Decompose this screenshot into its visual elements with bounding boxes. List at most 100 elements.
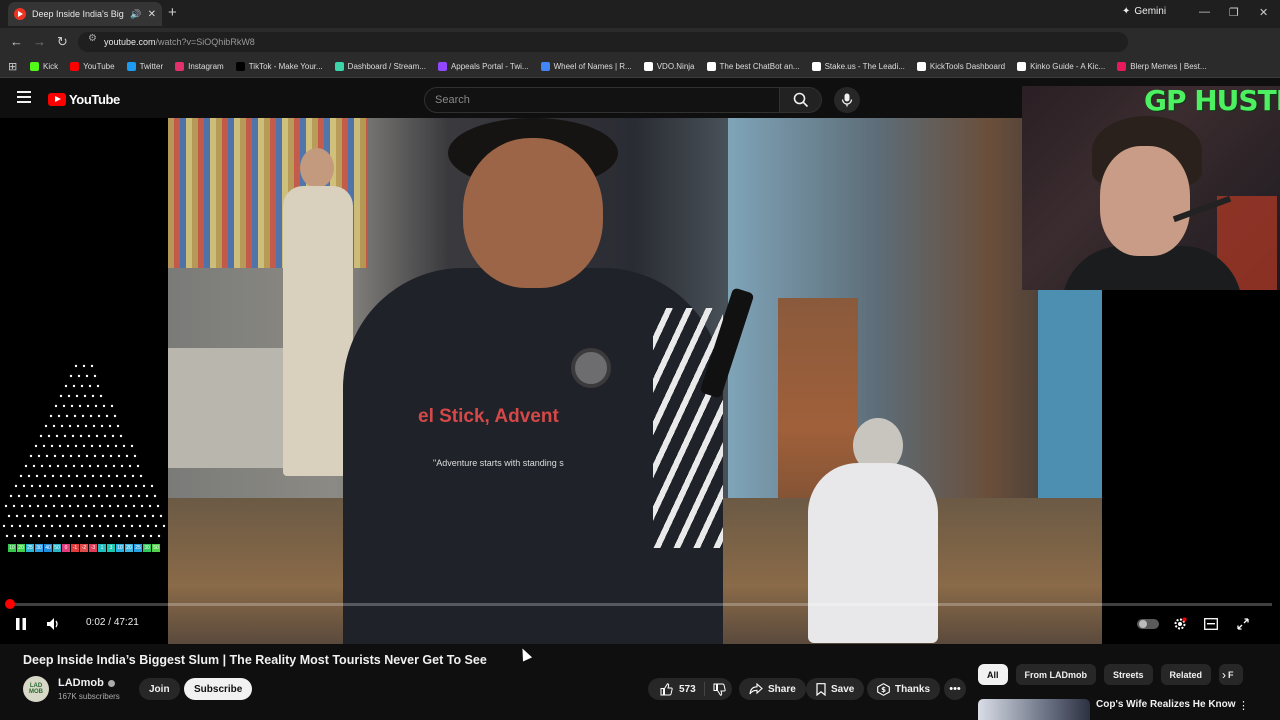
subscribe-button[interactable]: Subscribe [184,678,253,700]
bookmark-item[interactable]: Appeals Portal - Twi... [437,62,529,71]
dislike-button[interactable] [705,683,726,696]
chevron-right-icon[interactable]: › [1222,668,1226,682]
channel-name-link[interactable]: LADmob [58,677,115,689]
restore-icon[interactable]: ❐ [1229,6,1239,19]
audio-level-cell: 3 [107,544,115,552]
bookmark-item[interactable]: Kick [30,62,58,71]
progress-scrubber[interactable] [5,599,15,609]
settings-button[interactable] [1172,616,1188,632]
more-horizontal-icon: ••• [949,683,961,695]
bookmark-item[interactable]: TikTok - Make Your... [235,62,323,71]
hamburger-menu-icon[interactable] [17,91,31,103]
address-toolbar: ← → ↻ youtube.com/watch?v=SiOQhibRkW8 ⧉ … [0,28,1280,76]
svg-text:$: $ [881,686,886,694]
gemini-button[interactable]: ✦ Gemini [1122,6,1166,17]
youtube-logo[interactable]: YouTube [48,92,120,107]
bookmark-icon [816,682,826,696]
bookmark-item[interactable]: Instagram [175,62,224,71]
channel-avatar[interactable]: LAD MOB [23,676,49,702]
thanks-button[interactable]: $ Thanks [867,678,941,700]
bookmark-item[interactable]: Stake.us - The Leadi... [811,62,905,71]
youtube-play-logo-icon [48,93,66,106]
bookmark-item[interactable]: YouTube [70,62,115,71]
bookmark-label: YouTube [83,62,115,71]
bookmark-favicon-icon [235,62,245,71]
bookmark-item[interactable]: Blerp Memes | Best... [1117,62,1207,71]
volume-icon [47,618,58,630]
filter-chip[interactable]: Related [1160,664,1212,685]
audio-level-cell: -3 [89,544,97,552]
fullscreen-button[interactable] [1235,616,1251,632]
bookmark-label: Instagram [188,62,224,71]
elderly-man-figure [808,418,938,644]
back-arrow-icon[interactable]: ← [10,34,23,49]
bookmark-item[interactable]: VDO.Ninja [643,62,695,71]
subscriber-count: 167K subscribers [58,692,120,701]
new-tab-icon[interactable]: + [168,4,177,21]
recommendation-more-icon[interactable]: ⋮ [1238,699,1249,712]
volume-button[interactable] [46,616,62,632]
site-info-icon[interactable]: ⚙ [88,33,97,44]
shirt-print-text: el Stick, Advent [418,406,559,427]
thumbs-down-icon [713,683,726,696]
search-input[interactable]: Search [424,87,780,113]
share-button[interactable]: Share [739,678,806,700]
bookmark-item[interactable]: Kinko Guide - A Kic... [1017,62,1105,71]
close-tab-icon[interactable]: ✕ [148,9,156,20]
bookmark-label: KickTools Dashboard [929,62,1006,71]
autoplay-toggle[interactable] [1137,619,1159,629]
bookmark-item[interactable]: Dashboard / Stream... [334,62,426,71]
more-actions-button[interactable]: ••• [944,678,966,700]
video-frame[interactable]: el Stick, Advent "Adventure starts with … [168,118,1102,644]
pause-button[interactable] [14,616,28,632]
audio-level-cell: 30 [143,544,151,552]
audio-level-cell: 40 [44,544,52,552]
speaker-icon[interactable]: 🔊 [130,9,141,20]
audio-level-cell: 25 [134,544,142,552]
browser-tab[interactable]: Deep Inside India's Biggest 🔊 ✕ [8,2,162,26]
forward-arrow-icon[interactable]: → [33,34,46,49]
bookmark-item[interactable]: Twitter [126,62,163,71]
url-bar[interactable]: youtube.com/watch?v=SiOQhibRkW8 [78,32,1128,52]
url-path: /watch?v=SiOQhibRkW8 [155,37,255,47]
bookmarks-bar: ⊞ Kick YouTube Twitter Instagram TikTok - Mak… [0,56,1280,78]
gemini-label: Gemini [1134,6,1167,17]
recommendation-thumbnail[interactable] [978,699,1090,720]
like-button[interactable]: 573 [648,682,705,696]
browser-tab-bar: Deep Inside India's Biggest 🔊 ✕ + ✦ Gemi… [0,0,1280,28]
voice-search-button[interactable] [834,87,860,113]
bookmark-favicon-icon [175,62,185,71]
filter-chip[interactable]: From LADmob [1015,664,1097,685]
bookmark-label: VDO.Ninja [656,62,695,71]
recommendation-title[interactable]: Cop's Wife Realizes He Knows About Her A… [1096,699,1236,720]
minimize-icon[interactable]: — [1199,6,1210,18]
bookmark-item[interactable]: The best ChatBot an... [706,62,800,71]
bookmark-item[interactable]: KickTools Dashboard [916,62,1006,71]
audio-level-bars: 10 20 25 30 40 50 0 -1 -2 -3 1 3 10 20 25 30 50 [8,544,160,552]
reload-icon[interactable]: ↻ [57,34,68,50]
audio-level-cell: 0 [62,544,70,552]
bookmark-item[interactable]: Wheel of Names | R... [540,62,632,71]
search-button[interactable] [780,87,822,113]
super-thanks-icon: $ [877,682,890,696]
progress-bar[interactable] [5,599,1272,609]
like-count: 573 [679,683,696,695]
join-label: Join [149,683,170,695]
bookmark-favicon-icon [1117,62,1127,71]
bookmark-label: Wheel of Names | R... [553,62,632,71]
bookmark-label: Kick [43,62,59,71]
save-button[interactable]: Save [806,678,865,700]
filter-chip[interactable]: All [978,664,1008,685]
save-label: Save [831,683,855,695]
close-window-icon[interactable]: ✕ [1259,6,1268,19]
like-dislike-group: 573 [648,678,732,700]
filter-chip[interactable]: Streets [1104,664,1153,685]
bookmark-label: Appeals Portal - Twi... [450,62,529,71]
audio-level-cell: -2 [80,544,88,552]
join-button[interactable]: Join [139,678,180,700]
bookmark-favicon-icon [643,62,653,71]
miniplayer-button[interactable] [1203,616,1219,632]
bookmark-label: TikTok - Make Your... [248,62,323,71]
apps-grid-icon[interactable]: ⊞ [8,60,30,73]
miniplayer-icon [1204,618,1218,630]
